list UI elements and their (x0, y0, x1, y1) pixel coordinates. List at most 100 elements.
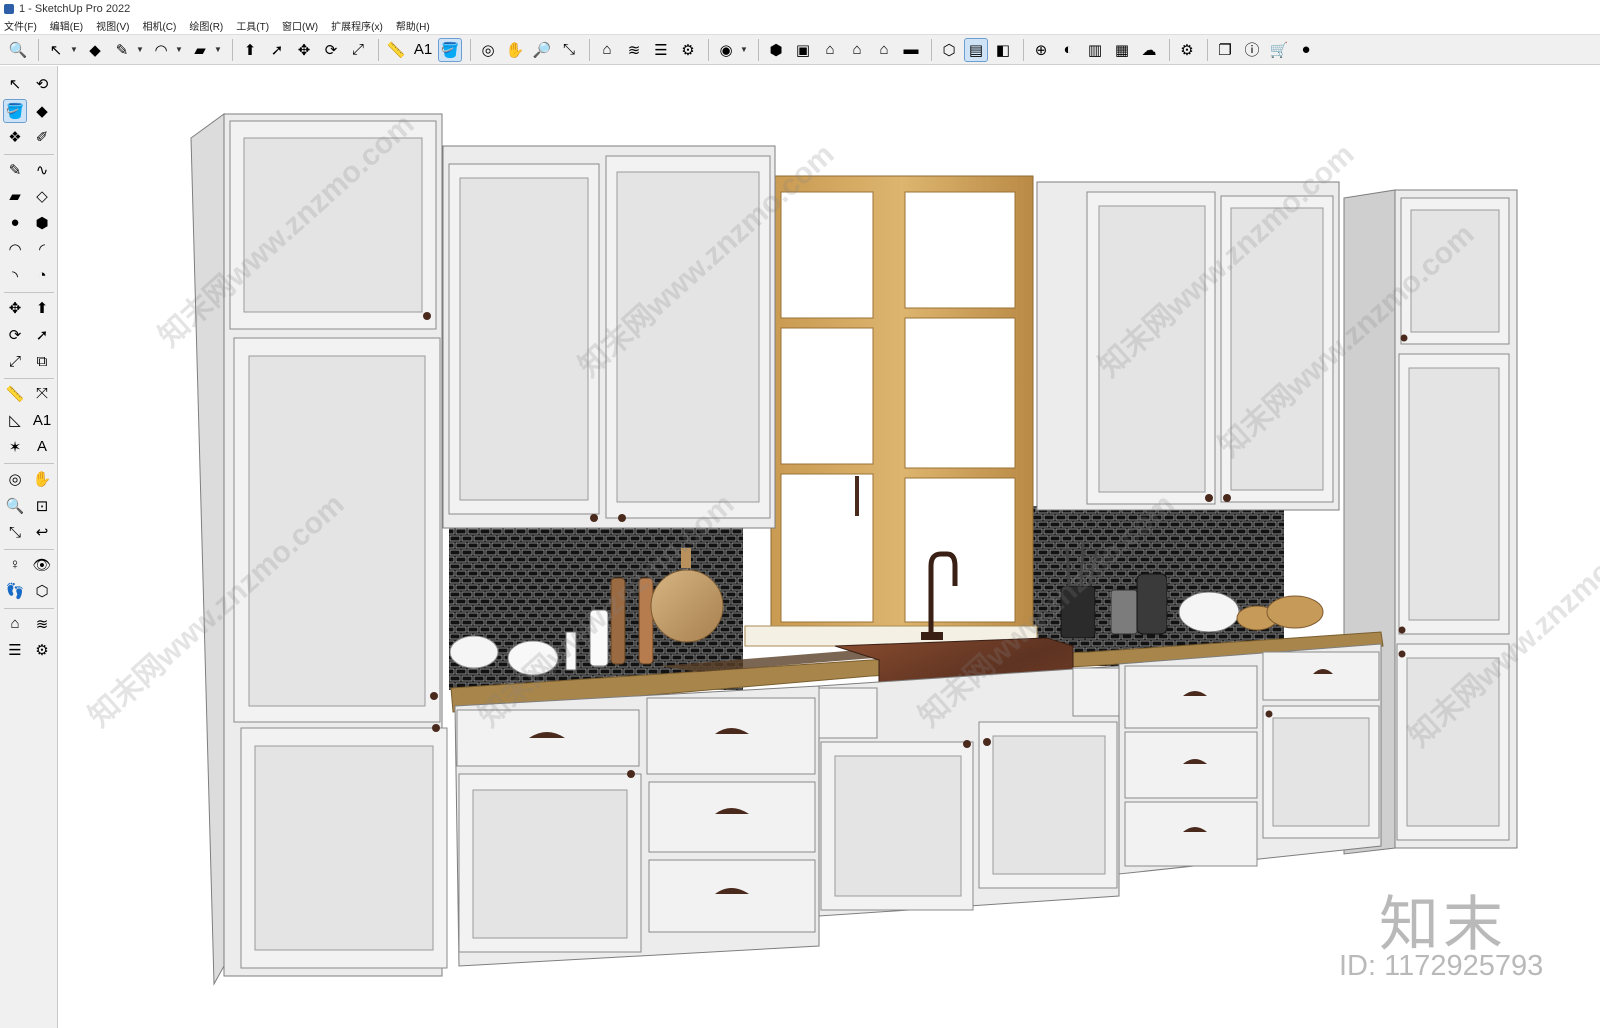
two-point-arc-icon[interactable]: ◜ (30, 237, 54, 261)
eraser-icon[interactable]: ◆ (30, 99, 54, 123)
window[interactable] (744, 175, 1038, 647)
pie-icon[interactable]: ◔ (30, 264, 54, 288)
warehouse-icon[interactable]: ⌂ (595, 38, 619, 62)
paint-bucket-icon[interactable]: 🪣 (438, 37, 462, 62)
move-icon[interactable]: ✥ (3, 296, 27, 320)
select-icon[interactable]: ↖ (3, 72, 27, 96)
pencil-icon[interactable]: ✎ (110, 38, 134, 62)
orbit-icon[interactable]: ◎ (476, 38, 500, 62)
rectangle-icon[interactable]: ▰ (188, 38, 212, 62)
push-pull-icon[interactable]: ⬆ (238, 38, 262, 62)
menu-item[interactable]: 扩展程序(x) (331, 18, 383, 33)
section-plane-icon[interactable]: ⬡ (937, 38, 961, 62)
3d-text-icon[interactable]: A (30, 435, 54, 459)
dropdown-icon[interactable]: ▼ (212, 38, 224, 62)
circle-icon[interactable]: ● (3, 211, 27, 235)
layers-icon[interactable]: ≋ (622, 38, 646, 62)
right-view-icon[interactable]: ⌂ (845, 38, 869, 62)
text-icon[interactable]: A1 (411, 38, 435, 62)
tag-icon[interactable]: ✐ (30, 125, 54, 149)
position-camera-icon[interactable]: ♀ (3, 553, 27, 577)
look-around-icon[interactable]: 👁 (30, 553, 54, 577)
components-icon[interactable]: ❐ (1213, 38, 1237, 62)
top-view-icon[interactable]: ▣ (791, 38, 815, 62)
iso-view-icon[interactable]: ⬢ (764, 38, 788, 62)
polygon-icon[interactable]: ⬢ (30, 211, 54, 235)
upper-cabinet-left[interactable] (442, 145, 776, 529)
styles-icon[interactable]: ▥ (1083, 38, 1107, 62)
rotated-rectangle-icon[interactable]: ◇ (30, 184, 54, 208)
menu-item[interactable]: 工具(T) (236, 18, 269, 33)
follow-me-icon[interactable]: ➚ (265, 38, 289, 62)
front-view-icon[interactable]: ⌂ (818, 38, 842, 62)
dropdown-icon[interactable]: ▼ (134, 38, 146, 62)
section-display-icon[interactable]: ▤ (964, 37, 988, 62)
stack-icon[interactable]: ☰ (649, 38, 673, 62)
cart-icon[interactable]: 🛒 (1267, 38, 1291, 62)
text-icon[interactable]: A1 (30, 408, 54, 432)
left-view-icon[interactable]: ▬ (899, 38, 923, 62)
tape-measure-icon[interactable]: 📏 (3, 382, 27, 406)
account-icon[interactable]: ● (1294, 38, 1318, 62)
zoom-extents-icon[interactable]: ⤡ (3, 520, 27, 544)
orbit-icon[interactable]: ◎ (3, 467, 27, 491)
menu-item[interactable]: 窗口(W) (282, 18, 318, 33)
sandbox-icon[interactable]: ⚙ (676, 38, 700, 62)
extension-manager-icon[interactable]: ⚙ (1175, 38, 1199, 62)
zoom-tool-icon[interactable]: 🔎 (530, 38, 554, 62)
pencil-icon[interactable]: ✎ (3, 158, 27, 182)
arc-icon[interactable]: ◠ (149, 38, 173, 62)
rotate-icon[interactable]: ⟳ (3, 323, 27, 347)
freehand-icon[interactable]: ∿ (30, 158, 54, 182)
zoom-extents-icon[interactable]: ⤡ (557, 38, 581, 62)
tape-measure-icon[interactable]: 📏 (384, 38, 408, 62)
stack-icon[interactable]: ☰ (3, 638, 27, 662)
zoom-window-icon[interactable]: ⊡ (30, 494, 54, 518)
pan-icon[interactable]: ✋ (503, 38, 527, 62)
eraser-icon[interactable]: ◆ (83, 38, 107, 62)
upper-cabinet-right[interactable] (1036, 181, 1340, 511)
menu-item[interactable]: 帮助(H) (396, 18, 430, 33)
make-component-icon[interactable]: ❖ (3, 125, 27, 149)
previous-view-icon[interactable]: ↩ (30, 520, 54, 544)
cloud-icon[interactable]: ☁ (1137, 38, 1161, 62)
model-viewport[interactable]: 知末网www.znzmo.com 知末网www.znzmo.com 知末网www.z… (59, 66, 1600, 1028)
paint-bucket-icon[interactable]: 🪣 (3, 98, 27, 123)
three-point-arc-icon[interactable]: ◝ (3, 264, 27, 288)
rectangle-icon[interactable]: ▰ (3, 184, 27, 208)
move-icon[interactable]: ✥ (292, 38, 316, 62)
lasso-icon[interactable]: ⟲ (30, 72, 54, 96)
menu-item[interactable]: 视图(V) (96, 18, 129, 33)
back-view-icon[interactable]: ⌂ (872, 38, 896, 62)
section-plane-icon[interactable]: ⬡ (30, 579, 54, 603)
menu-item[interactable]: 文件(F) (4, 18, 37, 33)
menu-item[interactable]: 绘图(R) (189, 18, 223, 33)
warehouse-icon[interactable]: ⌂ (3, 612, 27, 636)
arc-icon[interactable]: ◠ (3, 237, 27, 261)
menu-item[interactable]: 编辑(E) (50, 18, 83, 33)
layers-icon[interactable]: ≋ (30, 612, 54, 636)
offset-icon[interactable]: ⧉ (30, 349, 54, 373)
dropdown-icon[interactable]: ▼ (738, 38, 750, 62)
add-location-icon[interactable]: ⊕ (1029, 38, 1053, 62)
dimension-icon[interactable]: ⤧ (30, 382, 54, 406)
axes-icon[interactable]: ✶ (3, 435, 27, 459)
user-icon[interactable]: ◉ (714, 38, 738, 62)
scale-icon[interactable]: ⤢ (3, 349, 27, 373)
left-tall-pantry[interactable] (190, 113, 448, 986)
fog-icon[interactable]: ▦ (1110, 38, 1134, 62)
pan-icon[interactable]: ✋ (30, 467, 54, 491)
shadows-icon[interactable]: ◐ (1056, 38, 1080, 62)
zoom-icon[interactable]: 🔍 (6, 38, 30, 62)
kitchen-model[interactable] (59, 66, 1600, 1028)
protractor-icon[interactable]: ◺ (3, 408, 27, 432)
sandbox-icon[interactable]: ⚙ (30, 638, 54, 662)
rotate-icon[interactable]: ⟳ (319, 38, 343, 62)
follow-me-icon[interactable]: ➚ (30, 323, 54, 347)
scale-icon[interactable]: ⤢ (346, 38, 370, 62)
push-pull-icon[interactable]: ⬆ (30, 296, 54, 320)
dropdown-icon[interactable]: ▼ (68, 38, 80, 62)
select-icon[interactable]: ↖ (44, 38, 68, 62)
info-icon[interactable]: ⓘ (1240, 38, 1264, 62)
dropdown-icon[interactable]: ▼ (173, 38, 185, 62)
